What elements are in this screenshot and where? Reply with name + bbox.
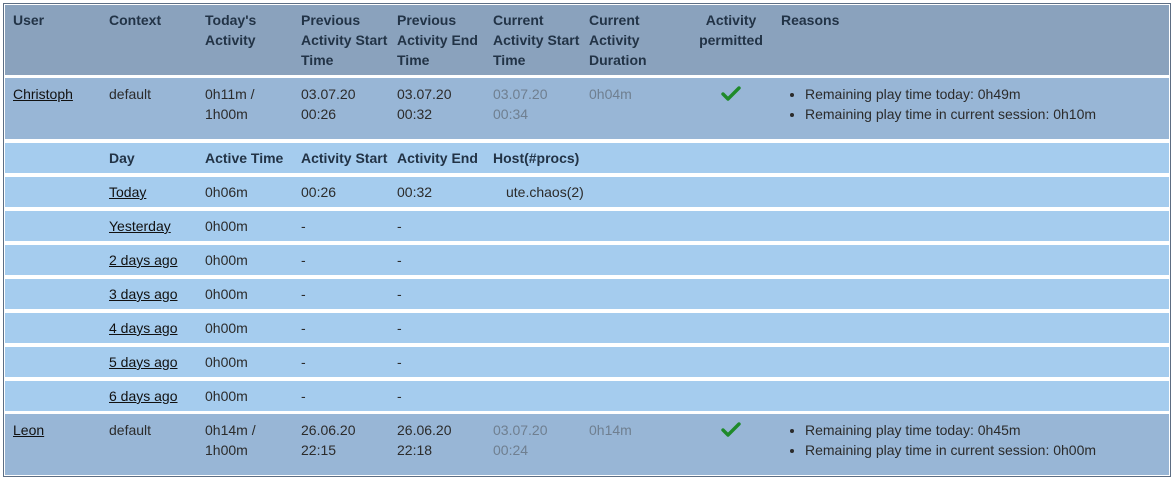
header-permitted: Activity permitted	[699, 12, 763, 48]
cur-duration-value: 0h04m	[589, 86, 632, 102]
day-link-5-days-ago[interactable]: 5 days ago	[109, 354, 178, 370]
activity-end-value: -	[397, 354, 402, 370]
detail-row: 2 days ago 0h00m - -	[5, 245, 1169, 275]
day-link-2-days-ago[interactable]: 2 days ago	[109, 252, 178, 268]
header-reasons: Reasons	[781, 12, 840, 28]
active-time-value: 0h00m	[205, 218, 248, 234]
header-prev-end: Previous Activity End Time	[397, 12, 478, 68]
active-time-value: 0h00m	[205, 354, 248, 370]
detail-row: 4 days ago 0h00m - -	[5, 313, 1169, 343]
reason-item: Remaining play time in current session: …	[805, 440, 1096, 460]
header-cur-duration: Current Activity Duration	[589, 12, 647, 68]
header-cur-start: Current Activity Start Time	[493, 12, 580, 68]
header-user: User	[13, 12, 45, 28]
activity-start-value: -	[301, 218, 306, 234]
user-link-leon[interactable]: Leon	[13, 422, 44, 438]
activity-table: User Context Today's Activity Previous Act…	[3, 3, 1171, 477]
activity-end-value: -	[397, 388, 402, 404]
prev-end-value: 03.07.20 00:32	[397, 86, 452, 122]
prev-start-value: 26.06.20 22:15	[301, 422, 356, 458]
day-link-4-days-ago[interactable]: 4 days ago	[109, 320, 178, 336]
header-todays-activity: Today's Activity	[205, 12, 257, 48]
reason-item: Remaining play time in current session: …	[805, 104, 1096, 124]
detail-header-day: Day	[109, 150, 135, 166]
day-link-today[interactable]: Today	[109, 184, 146, 200]
activity-start-value: -	[301, 388, 306, 404]
activity-end-value: -	[397, 252, 402, 268]
activity-end-value: -	[397, 218, 402, 234]
todays-activity-value: 0h14m /1h00m	[205, 422, 256, 458]
activity-start-value: -	[301, 286, 306, 302]
activity-start-value: -	[301, 354, 306, 370]
prev-start-value: 03.07.20 00:26	[301, 86, 356, 122]
activity-end-value: -	[397, 320, 402, 336]
detail-header-active-time: Active Time	[205, 150, 284, 166]
user-row: Christoph default 0h11m /1h00m 03.07.20 0…	[5, 78, 1169, 139]
activity-end-value: 00:32	[397, 184, 433, 200]
active-time-value: 0h00m	[205, 388, 248, 404]
detail-row: 6 days ago 0h00m - -	[5, 381, 1169, 411]
check-icon	[721, 84, 741, 109]
detail-header: Day Active Time Activity Start Activity …	[5, 143, 1169, 173]
detail-header-host: Host(#procs)	[493, 150, 580, 166]
cur-duration-value: 0h14m	[589, 422, 632, 438]
user-row: Leon default 0h14m /1h00m 26.06.20 22:15 …	[5, 414, 1169, 475]
reasons-list: Remaining play time today: 0h45m Remaini…	[785, 420, 1096, 460]
day-link-yesterday[interactable]: Yesterday	[109, 218, 171, 234]
activity-end-value: -	[397, 286, 402, 302]
active-time-value: 0h06m	[205, 184, 248, 200]
detail-header-activity-start: Activity Start	[301, 150, 388, 166]
activity-start-value: -	[301, 320, 306, 336]
detail-row: 5 days ago 0h00m - -	[5, 347, 1169, 377]
detail-row: Yesterday 0h00m - -	[5, 211, 1169, 241]
cur-start-value: 03.07.20 00:34	[493, 86, 548, 122]
context-value: default	[109, 86, 152, 102]
todays-activity-value: 0h11m /1h00m	[205, 86, 255, 122]
user-link-christoph[interactable]: Christoph	[13, 86, 73, 102]
detail-row: Today 0h06m 00:26 00:32 ute.chaos(2)	[5, 177, 1169, 207]
header-context: Context	[109, 12, 162, 28]
detail-header-activity-end: Activity End	[397, 150, 478, 166]
table-header: User Context Today's Activity Previous Act…	[5, 5, 1169, 75]
header-prev-start: Previous Activity Start Time	[301, 12, 388, 68]
active-time-value: 0h00m	[205, 286, 248, 302]
detail-row: 3 days ago 0h00m - -	[5, 279, 1169, 309]
reason-item: Remaining play time today: 0h45m	[805, 420, 1096, 440]
context-value: default	[109, 422, 152, 438]
reason-item: Remaining play time today: 0h49m	[805, 84, 1096, 104]
day-link-6-days-ago[interactable]: 6 days ago	[109, 388, 178, 404]
active-time-value: 0h00m	[205, 252, 248, 268]
activity-start-value: -	[301, 252, 306, 268]
host-value: ute.chaos(2)	[506, 184, 584, 200]
active-time-value: 0h00m	[205, 320, 248, 336]
reasons-list: Remaining play time today: 0h49m Remaini…	[785, 84, 1096, 124]
cur-start-value: 03.07.20 00:24	[493, 422, 548, 458]
activity-start-value: 00:26	[301, 184, 337, 200]
prev-end-value: 26.06.20 22:18	[397, 422, 452, 458]
day-link-3-days-ago[interactable]: 3 days ago	[109, 286, 178, 302]
check-icon	[721, 420, 741, 445]
